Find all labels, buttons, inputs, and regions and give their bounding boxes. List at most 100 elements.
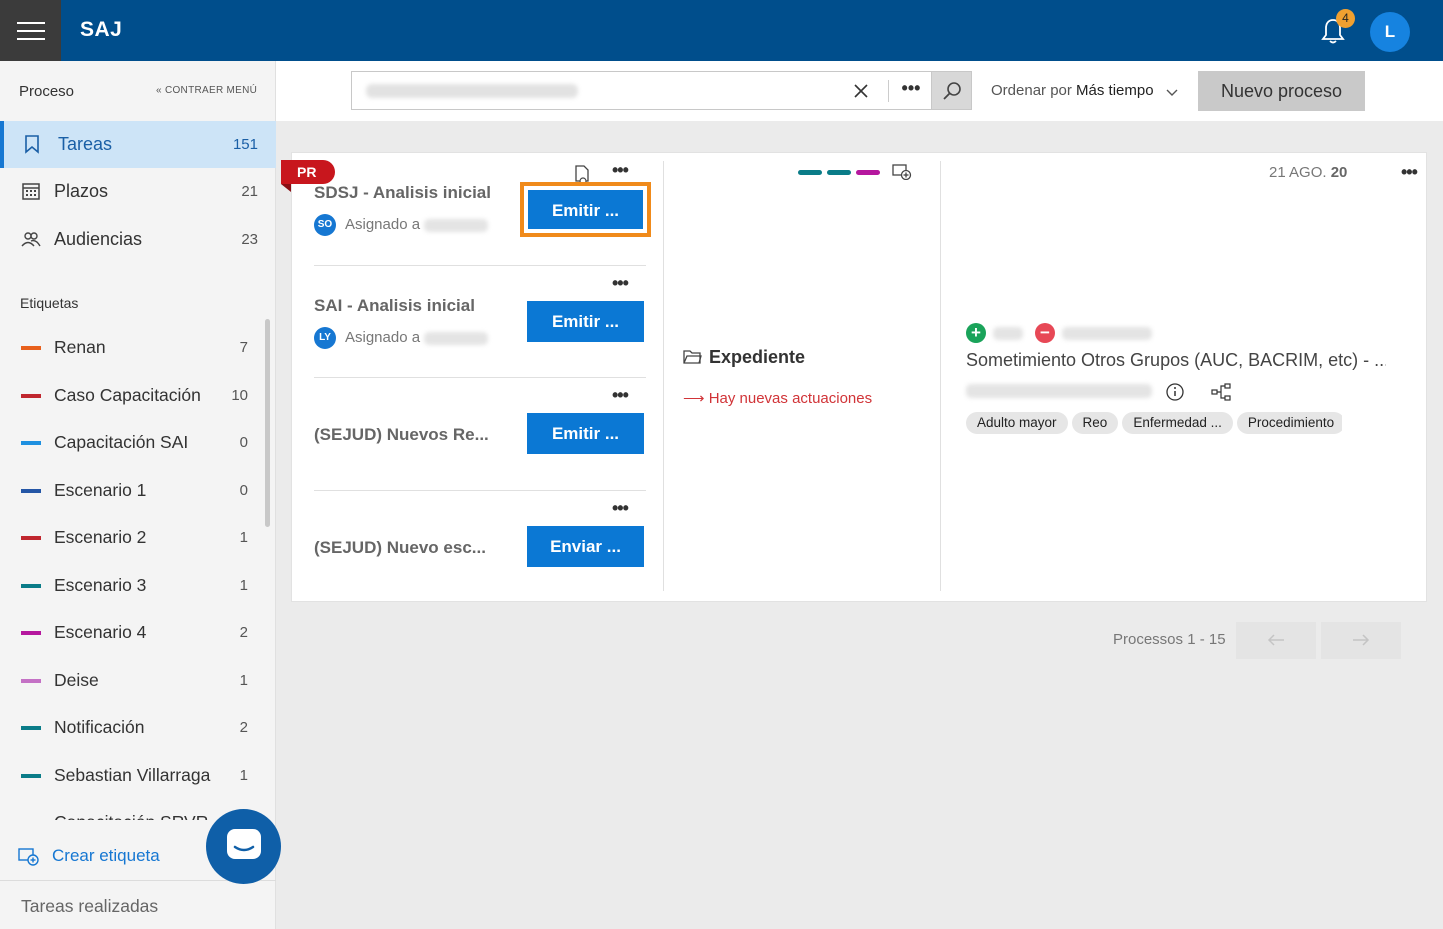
sidebar-item-audiencias[interactable]: Audiencias 23	[0, 216, 276, 263]
task-action-button[interactable]: Emitir ...	[527, 301, 644, 342]
task-title[interactable]: SAI - Analisis inicial	[314, 296, 475, 316]
tag-count: 10	[231, 387, 248, 404]
sidebar-item-plazos[interactable]: Plazos 21	[0, 168, 276, 215]
add-tag-icon[interactable]	[892, 164, 912, 181]
next-page-button[interactable]	[1321, 622, 1401, 659]
search-icon	[942, 81, 962, 106]
pagination-label: Processos 1 - 15	[1113, 631, 1226, 648]
more-options-icon[interactable]: •••	[612, 160, 629, 181]
tag-color-swatch	[21, 631, 41, 635]
plus-icon: +	[966, 323, 986, 343]
hierarchy-icon[interactable]	[1211, 383, 1231, 401]
tag-label: Escenario 3	[54, 575, 147, 595]
tag-item-sebastian-villarraga[interactable]: Sebastian Villarraga 1	[0, 752, 266, 799]
sidebar: Proceso « CONTRAER MENÚ Tareas 151 Plazo…	[0, 61, 276, 929]
assigned-label: Asignado a	[345, 216, 421, 233]
task-action-button[interactable]: Enviar ...	[527, 526, 644, 567]
task-title[interactable]: SDSJ - Analisis inicial	[314, 183, 491, 203]
process-chip[interactable]: Procedimiento	[1236, 412, 1342, 434]
process-chips: Adulto mayor Reo Enfermedad ... Procedimien…	[966, 412, 1342, 434]
user-avatar[interactable]: L	[1370, 12, 1410, 52]
hamburger-menu-button[interactable]	[0, 0, 61, 61]
new-actions-link[interactable]: ⟶ Hay nuevas actuaciones	[683, 389, 872, 407]
search-button[interactable]	[931, 71, 972, 110]
sidebar-scrollbar[interactable]	[265, 319, 270, 527]
arrow-left-icon	[1267, 634, 1284, 646]
task-action-button[interactable]: Emitir ...	[527, 413, 644, 454]
search-input-value-redacted	[366, 84, 578, 98]
process-chip[interactable]: Reo	[1071, 412, 1119, 434]
tag-count: 7	[239, 339, 248, 356]
search-input[interactable]: •••	[351, 71, 972, 110]
search-separator	[888, 80, 889, 102]
tag-item-renan[interactable]: Renan 7	[0, 324, 266, 371]
sidebar-header: Proceso	[19, 83, 75, 100]
task-item: ••• SAI - Analisis inicial LY Asignado a…	[314, 273, 646, 373]
sort-dropdown[interactable]: Ordenar por Más tiempo	[991, 82, 1154, 99]
more-options-icon[interactable]: •••	[1401, 162, 1418, 183]
create-tag-button[interactable]: Crear etiqueta	[18, 846, 218, 870]
sidebar-item-tareas[interactable]: Tareas 151	[0, 121, 276, 168]
more-options-icon[interactable]: •••	[900, 78, 922, 100]
tag-color-swatch	[21, 679, 41, 683]
process-chip[interactable]: Enfermedad ...	[1122, 412, 1233, 434]
tags-section-header: Etiquetas	[20, 295, 79, 311]
more-options-icon[interactable]: •••	[612, 273, 629, 294]
tag-count: 2	[239, 719, 248, 736]
tag-color-swatch	[21, 726, 41, 730]
redacted-text	[966, 384, 1152, 398]
tag-item-escenario-1[interactable]: Escenario 1 0	[0, 467, 266, 514]
collapse-menu-button[interactable]: « CONTRAER MENÚ	[156, 85, 257, 96]
tag-count: 0	[239, 482, 248, 499]
task-item: ••• (SEJUD) Nuevos Re... Emitir ...	[314, 385, 646, 485]
tag-color-swatch	[21, 774, 41, 778]
process-date-year: 20	[1330, 164, 1348, 181]
new-process-button[interactable]: Nuevo proceso	[1198, 71, 1365, 111]
sidebar-item-count: 21	[241, 183, 258, 200]
app-title: SAJ	[80, 18, 123, 41]
tag-color-marker	[827, 170, 851, 175]
close-icon[interactable]	[850, 80, 872, 102]
sidebar-item-label: Audiencias	[54, 229, 143, 249]
expediente-link[interactable]: Expediente	[709, 347, 805, 368]
tag-count: 1	[239, 529, 248, 546]
more-options-icon[interactable]: •••	[612, 385, 629, 406]
process-chip[interactable]: Adulto mayor	[966, 412, 1068, 434]
assignee-name-redacted	[424, 332, 488, 345]
more-options-icon[interactable]: •••	[612, 498, 629, 519]
arrow-right-icon	[1353, 634, 1370, 646]
tag-label: Renan	[54, 337, 106, 357]
tag-count: 1	[239, 672, 248, 689]
task-item: ••• (SEJUD) Nuevo esc... Enviar ...	[314, 498, 646, 598]
previous-page-button[interactable]	[1236, 622, 1316, 659]
tag-item-capacitacion-sai[interactable]: Capacitación SAI 0	[0, 419, 266, 466]
task-action-button[interactable]: Emitir ...	[520, 182, 651, 237]
tag-color-marker	[856, 170, 880, 175]
sidebar-item-label: Tareas	[58, 134, 113, 154]
task-title[interactable]: (SEJUD) Nuevo esc...	[314, 538, 486, 558]
tag-item-notificacion[interactable]: Notificación 2	[0, 704, 266, 751]
chat-button[interactable]	[206, 809, 281, 884]
process-date-day-month: 21 AGO.	[1269, 164, 1327, 181]
tag-label: Escenario 2	[54, 527, 147, 547]
tag-label: Sebastian Villarraga	[54, 765, 211, 785]
process-title[interactable]: Sometimiento Otros Grupos (AUC, BACRIM, …	[966, 350, 1386, 371]
minus-icon: −	[1035, 323, 1055, 343]
task-divider	[314, 377, 646, 378]
tag-item-escenario-4[interactable]: Escenario 4 2	[0, 609, 266, 656]
tag-item-deise[interactable]: Deise 1	[0, 657, 266, 704]
task-title[interactable]: (SEJUD) Nuevos Re...	[314, 425, 489, 445]
tag-item-caso-capacitacion[interactable]: Caso Capacitación 10	[0, 372, 266, 419]
tag-color-swatch	[21, 394, 41, 398]
tag-color-swatch	[21, 489, 41, 493]
bookmark-icon	[22, 134, 42, 154]
calendar-icon	[21, 181, 41, 201]
chevron-down-icon[interactable]	[1166, 85, 1178, 97]
tag-item-escenario-3[interactable]: Escenario 3 1	[0, 562, 266, 609]
tag-item-escenario-2[interactable]: Escenario 2 1	[0, 514, 266, 561]
tag-label: Capacitación SAI	[54, 432, 189, 452]
done-tasks-link[interactable]: Tareas realizadas	[21, 896, 158, 917]
info-icon[interactable]	[1166, 383, 1184, 401]
folder-icon	[683, 349, 702, 365]
tag-count: 2	[239, 624, 248, 641]
